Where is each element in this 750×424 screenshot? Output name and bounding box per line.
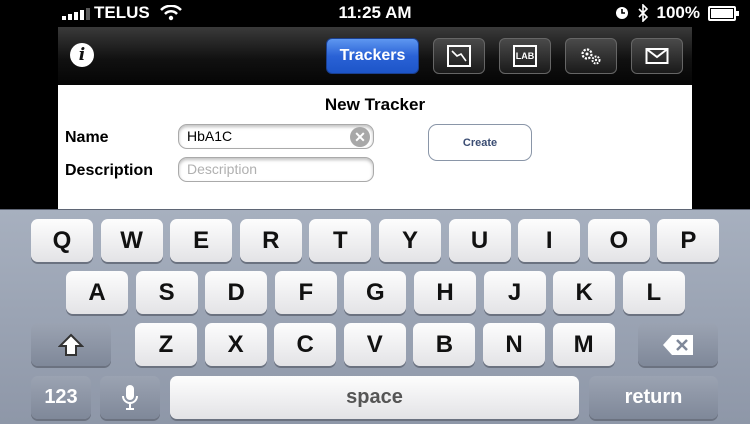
- key-f[interactable]: F: [274, 271, 337, 314]
- battery-percent: 100%: [656, 3, 700, 22]
- description-field[interactable]: Description: [178, 157, 374, 182]
- description-label: Description: [65, 162, 154, 179]
- key-b[interactable]: B: [413, 323, 476, 366]
- key-q[interactable]: Q: [31, 219, 93, 262]
- form-title: New Tracker: [324, 95, 426, 114]
- create-button[interactable]: Create: [428, 124, 532, 161]
- key-v[interactable]: V: [343, 323, 406, 366]
- dictation-key[interactable]: [100, 376, 160, 419]
- return-key[interactable]: return: [589, 376, 718, 419]
- bluetooth-icon: [637, 4, 648, 22]
- shift-icon: [58, 333, 84, 356]
- key-n[interactable]: N: [483, 323, 545, 366]
- key-k[interactable]: K: [553, 271, 616, 314]
- chart-button[interactable]: [433, 38, 485, 74]
- key-d[interactable]: D: [205, 271, 268, 314]
- lab-button[interactable]: LAB: [499, 38, 551, 74]
- clear-icon[interactable]: ✕: [350, 127, 370, 147]
- chart-icon: [447, 45, 471, 67]
- key-l[interactable]: L: [622, 271, 685, 314]
- key-y[interactable]: Y: [379, 219, 441, 262]
- key-w[interactable]: W: [100, 219, 163, 262]
- space-key[interactable]: space: [170, 376, 579, 419]
- key-g[interactable]: G: [344, 271, 407, 314]
- key-r[interactable]: R: [239, 219, 302, 262]
- status-right-group: 100%: [615, 3, 739, 23]
- name-label: Name: [65, 129, 109, 146]
- key-e[interactable]: E: [170, 219, 233, 262]
- key-t[interactable]: T: [309, 219, 372, 262]
- key-z[interactable]: Z: [135, 323, 197, 366]
- battery-icon: [708, 5, 739, 21]
- delete-icon: [663, 334, 693, 355]
- key-p[interactable]: P: [657, 219, 720, 262]
- trackers-button[interactable]: Trackers: [326, 38, 419, 74]
- key-s[interactable]: S: [135, 271, 198, 314]
- key-m[interactable]: M: [552, 323, 615, 366]
- key-i[interactable]: I: [518, 219, 581, 262]
- mail-button[interactable]: [631, 38, 683, 74]
- key-a[interactable]: A: [66, 271, 128, 314]
- new-tracker-form: New Tracker Name HbA1C ✕ Description Des…: [58, 85, 692, 209]
- key-x[interactable]: X: [204, 323, 267, 366]
- key-h[interactable]: H: [414, 271, 476, 314]
- key-c[interactable]: C: [274, 323, 337, 366]
- key-u[interactable]: U: [448, 219, 511, 262]
- key-j[interactable]: J: [483, 271, 546, 314]
- lab-icon: LAB: [513, 45, 537, 67]
- name-field[interactable]: HbA1C ✕: [178, 124, 374, 149]
- status-bar: TELUS 11:25 AM 100%: [0, 0, 750, 27]
- info-icon[interactable]: i: [70, 43, 94, 67]
- app-toolbar: i Trackers LAB: [58, 27, 692, 85]
- delete-key[interactable]: [638, 323, 718, 366]
- gears-icon: [581, 48, 601, 65]
- shift-key[interactable]: [31, 323, 111, 366]
- keyboard: 123 space return QWERTYUIOP ASDFGHJKL ZXCV…: [0, 209, 750, 424]
- key-o[interactable]: O: [587, 219, 650, 262]
- numbers-key[interactable]: 123: [31, 376, 91, 419]
- microphone-icon: [122, 384, 138, 410]
- settings-button[interactable]: [565, 38, 617, 74]
- mail-icon: [645, 48, 669, 64]
- clock-icon: [615, 7, 628, 19]
- name-value: HbA1C: [187, 128, 233, 144]
